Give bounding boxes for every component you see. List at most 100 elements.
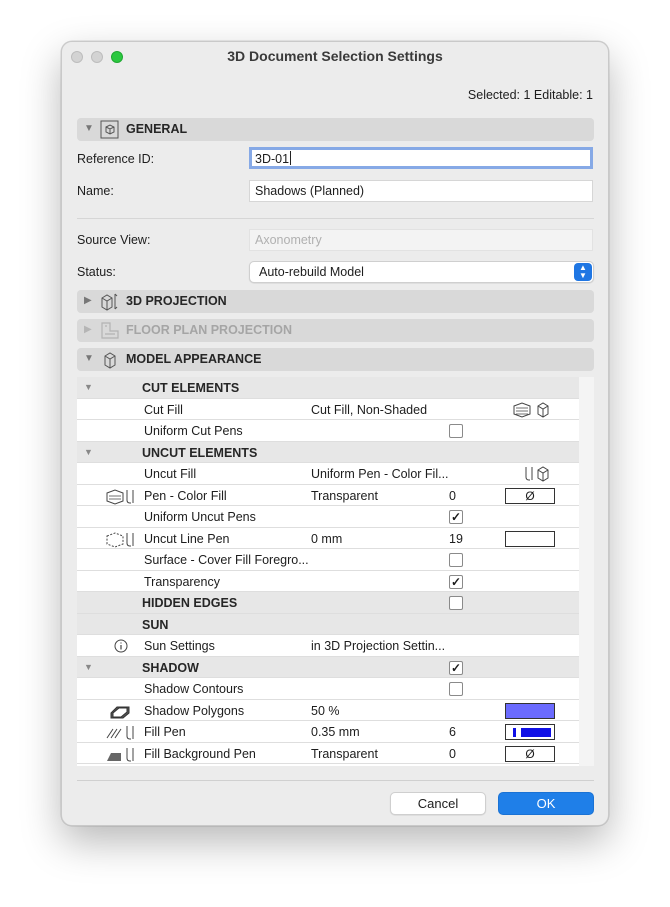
surface-cover-checkbox[interactable] xyxy=(449,553,463,567)
status-select-value: Auto-rebuild Model xyxy=(259,265,364,279)
fill-pen-swatch-mark xyxy=(513,728,516,737)
fill-pen-swatch[interactable] xyxy=(505,724,555,740)
disclosure-expanded-icon: ▼ xyxy=(84,382,93,392)
dialog-window: 3D Document Selection Settings Selected:… xyxy=(61,41,609,826)
row-uniform-cut-pens[interactable]: Uniform Cut Pens xyxy=(77,420,579,442)
row-uncut-fill[interactable]: Uncut Fill Uniform Pen - Color Fil... xyxy=(77,463,579,485)
row-fill-pen[interactable]: Fill Pen 0.35 mm 6 xyxy=(77,721,579,743)
uncut-line-pen-value: 0 mm xyxy=(311,531,343,546)
fill-pen-value: 0.35 mm xyxy=(311,725,360,739)
disclosure-expanded-icon: ▼ xyxy=(84,446,93,457)
row-uncut-line-pen[interactable]: Uncut Line Pen 0 mm 19 xyxy=(77,528,579,549)
reference-id-field[interactable]: 3D-01 xyxy=(249,147,593,169)
model-appearance-list: ▼ CUT ELEMENTS Cut Fill Cut Fill, Non-Sh… xyxy=(77,377,579,766)
fill-background-pen-value: Transparent xyxy=(311,746,378,761)
hidden-edges-checkbox[interactable] xyxy=(449,596,463,610)
cut-fill-label: Cut Fill xyxy=(144,402,183,417)
window-title: 3D Document Selection Settings xyxy=(227,48,443,64)
group-sun[interactable]: SUN xyxy=(77,613,579,635)
status-select[interactable]: Auto-rebuild Model ▲ ▼ xyxy=(249,261,594,283)
text-caret xyxy=(290,151,292,165)
divider xyxy=(77,218,594,219)
shadow-polygons-icon xyxy=(110,706,130,718)
fill-pen-swatch-fill xyxy=(521,728,551,737)
uncut-line-pen-number: 19 xyxy=(449,531,463,546)
section-model-appearance[interactable]: ▼ MODEL APPEARANCE xyxy=(77,348,594,371)
cancel-button[interactable]: Cancel xyxy=(390,792,486,815)
floor-plan-icon xyxy=(101,322,119,339)
uncut-fill-value: Uniform Pen - Color Fil... xyxy=(311,467,449,481)
info-icon xyxy=(114,639,128,653)
fill-background-pen-icon xyxy=(107,747,134,761)
group-label: UNCUT ELEMENTS xyxy=(142,445,258,460)
shadow-checkbox[interactable]: ✓ xyxy=(449,660,463,675)
surface-cover-label: Surface - Cover Fill Foregro... xyxy=(144,553,309,567)
uncut-line-pen-label: Uncut Line Pen xyxy=(144,531,230,546)
source-view-field: Axonometry xyxy=(249,229,593,251)
shadow-polygons-swatch[interactable] xyxy=(505,702,555,719)
group-label: HIDDEN EDGES xyxy=(142,596,238,610)
group-label: SHADOW xyxy=(142,660,199,675)
reference-id-value: 3D-01 xyxy=(255,152,290,166)
fill-background-pen-label: Fill Background Pen xyxy=(144,746,256,761)
source-view-label: Source View: xyxy=(77,233,151,247)
group-uncut-elements[interactable]: ▼ UNCUT ELEMENTS xyxy=(77,441,579,463)
row-transparency[interactable]: Transparency ✓ xyxy=(77,571,579,592)
shadow-polygons-value: 50 % xyxy=(311,703,340,718)
disclosure-expanded-icon: ▼ xyxy=(84,661,93,672)
row-shadow-contours[interactable]: Shadow Contours xyxy=(77,678,579,700)
cut-fill-icon xyxy=(513,401,549,418)
pen-color-fill-swatch[interactable]: Ø xyxy=(505,487,555,504)
transparency-checkbox[interactable]: ✓ xyxy=(449,574,463,589)
reference-id-label: Reference ID: xyxy=(77,152,155,166)
row-fill-background-pen[interactable]: Fill Background Pen Transparent 0 Ø xyxy=(77,743,579,764)
row-sun-settings[interactable]: Sun Settings in 3D Projection Settin... xyxy=(77,635,579,657)
disclosure-collapsed-icon: ▶ xyxy=(84,324,92,335)
sun-settings-label: Sun Settings xyxy=(144,639,215,653)
general-settings-icon xyxy=(100,120,119,139)
row-surface-cover-fill[interactable]: Surface - Cover Fill Foregro... xyxy=(77,549,579,571)
footer-divider xyxy=(77,780,594,781)
row-cut-fill[interactable]: Cut Fill Cut Fill, Non-Shaded xyxy=(77,399,579,420)
section-general[interactable]: ▼ GENERAL xyxy=(77,118,594,141)
section-floor-plan-projection: ▶ FLOOR PLAN PROJECTION xyxy=(77,319,594,342)
row-pen-color-fill[interactable]: Pen - Color Fill Transparent 0 Ø xyxy=(77,485,579,506)
transparency-label: Transparency xyxy=(144,574,220,589)
name-field[interactable]: Shadows (Planned) xyxy=(249,180,593,202)
uniform-uncut-pens-checkbox[interactable]: ✓ xyxy=(449,510,463,524)
shadow-contours-label: Shadow Contours xyxy=(144,682,244,696)
uncut-line-pen-swatch[interactable] xyxy=(505,530,555,547)
uncut-fill-icon xyxy=(525,466,549,482)
group-cut-elements[interactable]: ▼ CUT ELEMENTS xyxy=(77,377,579,399)
disclosure-expanded-icon: ▼ xyxy=(84,123,94,134)
status-label: Status: xyxy=(77,265,116,279)
uniform-cut-pens-checkbox[interactable] xyxy=(449,424,463,438)
group-label: CUT ELEMENTS xyxy=(142,381,240,395)
group-shadow[interactable]: ▼ SHADOW ✓ xyxy=(77,656,579,678)
uncut-line-pen-icon xyxy=(106,531,134,548)
group-hidden-edges[interactable]: HIDDEN EDGES xyxy=(77,592,579,614)
fill-pen-icon xyxy=(106,726,134,740)
cut-fill-value: Cut Fill, Non-Shaded xyxy=(311,402,428,417)
section-general-label: GENERAL xyxy=(126,122,188,136)
section-3d-projection-label: 3D PROJECTION xyxy=(126,294,227,308)
3d-projection-icon xyxy=(101,293,118,311)
group-label: SUN xyxy=(142,617,169,632)
sun-settings-value: in 3D Projection Settin... xyxy=(311,639,446,653)
title-bar: 3D Document Selection Settings xyxy=(62,42,608,72)
row-uniform-uncut-pens[interactable]: Uniform Uncut Pens ✓ xyxy=(77,506,579,528)
fill-background-pen-swatch[interactable]: Ø xyxy=(505,745,555,762)
ok-button[interactable]: OK xyxy=(498,792,594,815)
row-shadow-polygons[interactable]: Shadow Polygons 50 % xyxy=(77,700,579,721)
section-floor-plan-projection-label: FLOOR PLAN PROJECTION xyxy=(126,323,292,337)
disclosure-collapsed-icon: ▶ xyxy=(84,295,92,306)
fill-pen-number: 6 xyxy=(449,725,456,739)
disclosure-expanded-icon: ▼ xyxy=(84,353,94,364)
list-scrollbar[interactable] xyxy=(579,377,594,766)
uniform-cut-pens-label: Uniform Cut Pens xyxy=(144,424,243,438)
pen-color-fill-value: Transparent xyxy=(311,488,378,503)
shadow-contours-checkbox[interactable] xyxy=(449,682,463,696)
chevron-updown-icon: ▲ ▼ xyxy=(574,263,592,281)
section-3d-projection[interactable]: ▶ 3D PROJECTION xyxy=(77,290,594,313)
uniform-uncut-pens-label: Uniform Uncut Pens xyxy=(144,510,256,524)
